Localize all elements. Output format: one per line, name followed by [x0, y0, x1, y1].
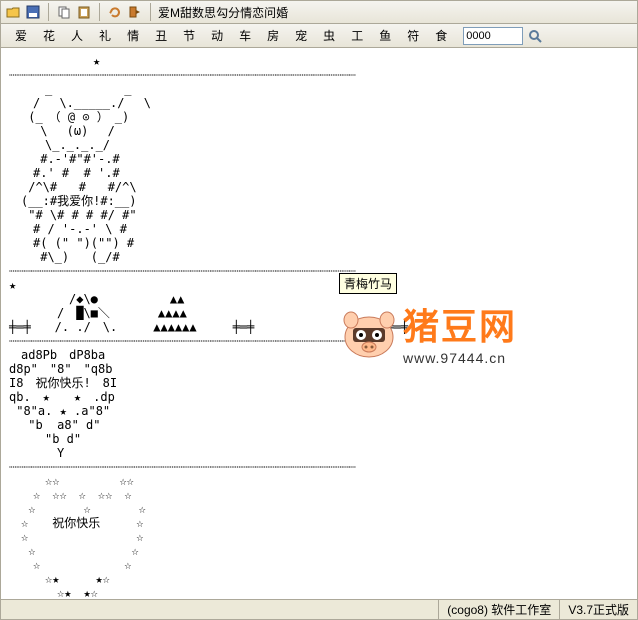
category-menu-item[interactable]: 情	[119, 27, 147, 45]
category-menu-item[interactable]: 房	[259, 27, 287, 45]
top-menu-item[interactable]: 思	[204, 6, 216, 20]
separator	[150, 3, 151, 21]
category-menubar: 爱花人礼情丑节动车房宠虫工鱼符食	[0, 24, 638, 48]
status-bar: (cogo8) 软件工作室 V3.7正式版	[0, 600, 638, 620]
status-version: V3.7正式版	[559, 600, 637, 619]
category-menu-item[interactable]: 人	[63, 27, 91, 45]
category-menu-item[interactable]: 花	[35, 27, 63, 45]
top-menu-item[interactable]: 勾	[216, 6, 228, 20]
category-menu-item[interactable]: 丑	[147, 27, 175, 45]
top-menu-item[interactable]: M	[170, 6, 180, 20]
exit-icon[interactable]	[127, 4, 143, 20]
content-area: ★ ┈┈┈┈┈┈┈┈┈┈┈┈┈┈┈┈┈┈┈┈┈┈┈┈┈┈┈┈┈┈┈┈┈┈┈┈┈┈…	[0, 48, 638, 600]
top-menu-item[interactable]: 婚	[276, 6, 288, 20]
top-menu-item[interactable]: 数	[192, 6, 204, 20]
separator	[48, 3, 49, 21]
top-menu-item[interactable]: 分	[228, 6, 240, 20]
top-menu-item[interactable]: 爱	[158, 6, 170, 20]
category-menu-item[interactable]: 鱼	[371, 27, 399, 45]
category-menu-item[interactable]: 礼	[91, 27, 119, 45]
category-menu-item[interactable]: 车	[231, 27, 259, 45]
tooltip: 青梅竹马	[339, 273, 397, 294]
category-menu-item[interactable]: 符	[399, 27, 427, 45]
category-menu-item[interactable]: 节	[175, 27, 203, 45]
open-icon[interactable]	[5, 4, 21, 20]
refresh-icon[interactable]	[107, 4, 123, 20]
paste-icon[interactable]	[76, 4, 92, 20]
top-menu-item[interactable]: 恋	[252, 6, 264, 20]
copy-icon[interactable]	[56, 4, 72, 20]
category-menu-item[interactable]: 动	[203, 27, 231, 45]
top-menu-item[interactable]: 甜	[180, 6, 192, 20]
top-menu-item[interactable]: 情	[240, 6, 252, 20]
icon-toolbar: 爱M甜数思勾分情恋问婚	[0, 0, 638, 24]
ascii-art-viewer[interactable]: ★ ┈┈┈┈┈┈┈┈┈┈┈┈┈┈┈┈┈┈┈┈┈┈┈┈┈┈┈┈┈┈┈┈┈┈┈┈┈┈…	[1, 48, 637, 599]
category-menu-item[interactable]: 工	[343, 27, 371, 45]
search-input[interactable]	[463, 27, 523, 45]
category-menu-item[interactable]: 食	[427, 27, 455, 45]
status-studio: (cogo8) 软件工作室	[438, 600, 559, 619]
category-menu-item[interactable]: 爱	[7, 27, 35, 45]
save-icon[interactable]	[25, 4, 41, 20]
search-icon[interactable]	[527, 28, 543, 44]
separator	[99, 3, 100, 21]
top-menu-item[interactable]: 问	[264, 6, 276, 20]
category-menu-item[interactable]: 虫	[315, 27, 343, 45]
category-menu-item[interactable]: 宠	[287, 27, 315, 45]
